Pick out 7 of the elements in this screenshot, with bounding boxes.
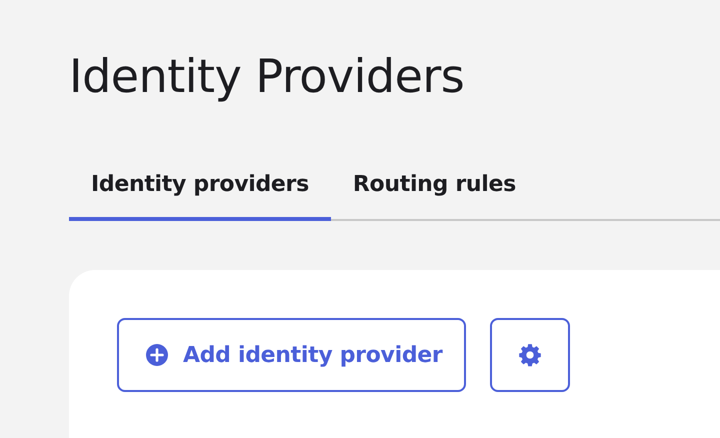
page-title: Identity Providers	[69, 48, 466, 105]
settings-button[interactable]	[490, 318, 570, 392]
tab[interactable]: Identity providers	[69, 172, 331, 221]
plus-circle-icon	[145, 343, 169, 367]
settings-icon	[517, 342, 544, 368]
add-identity-provider-button[interactable]: Add identity provider	[117, 318, 466, 392]
tab[interactable]: Routing rules	[330, 172, 538, 221]
